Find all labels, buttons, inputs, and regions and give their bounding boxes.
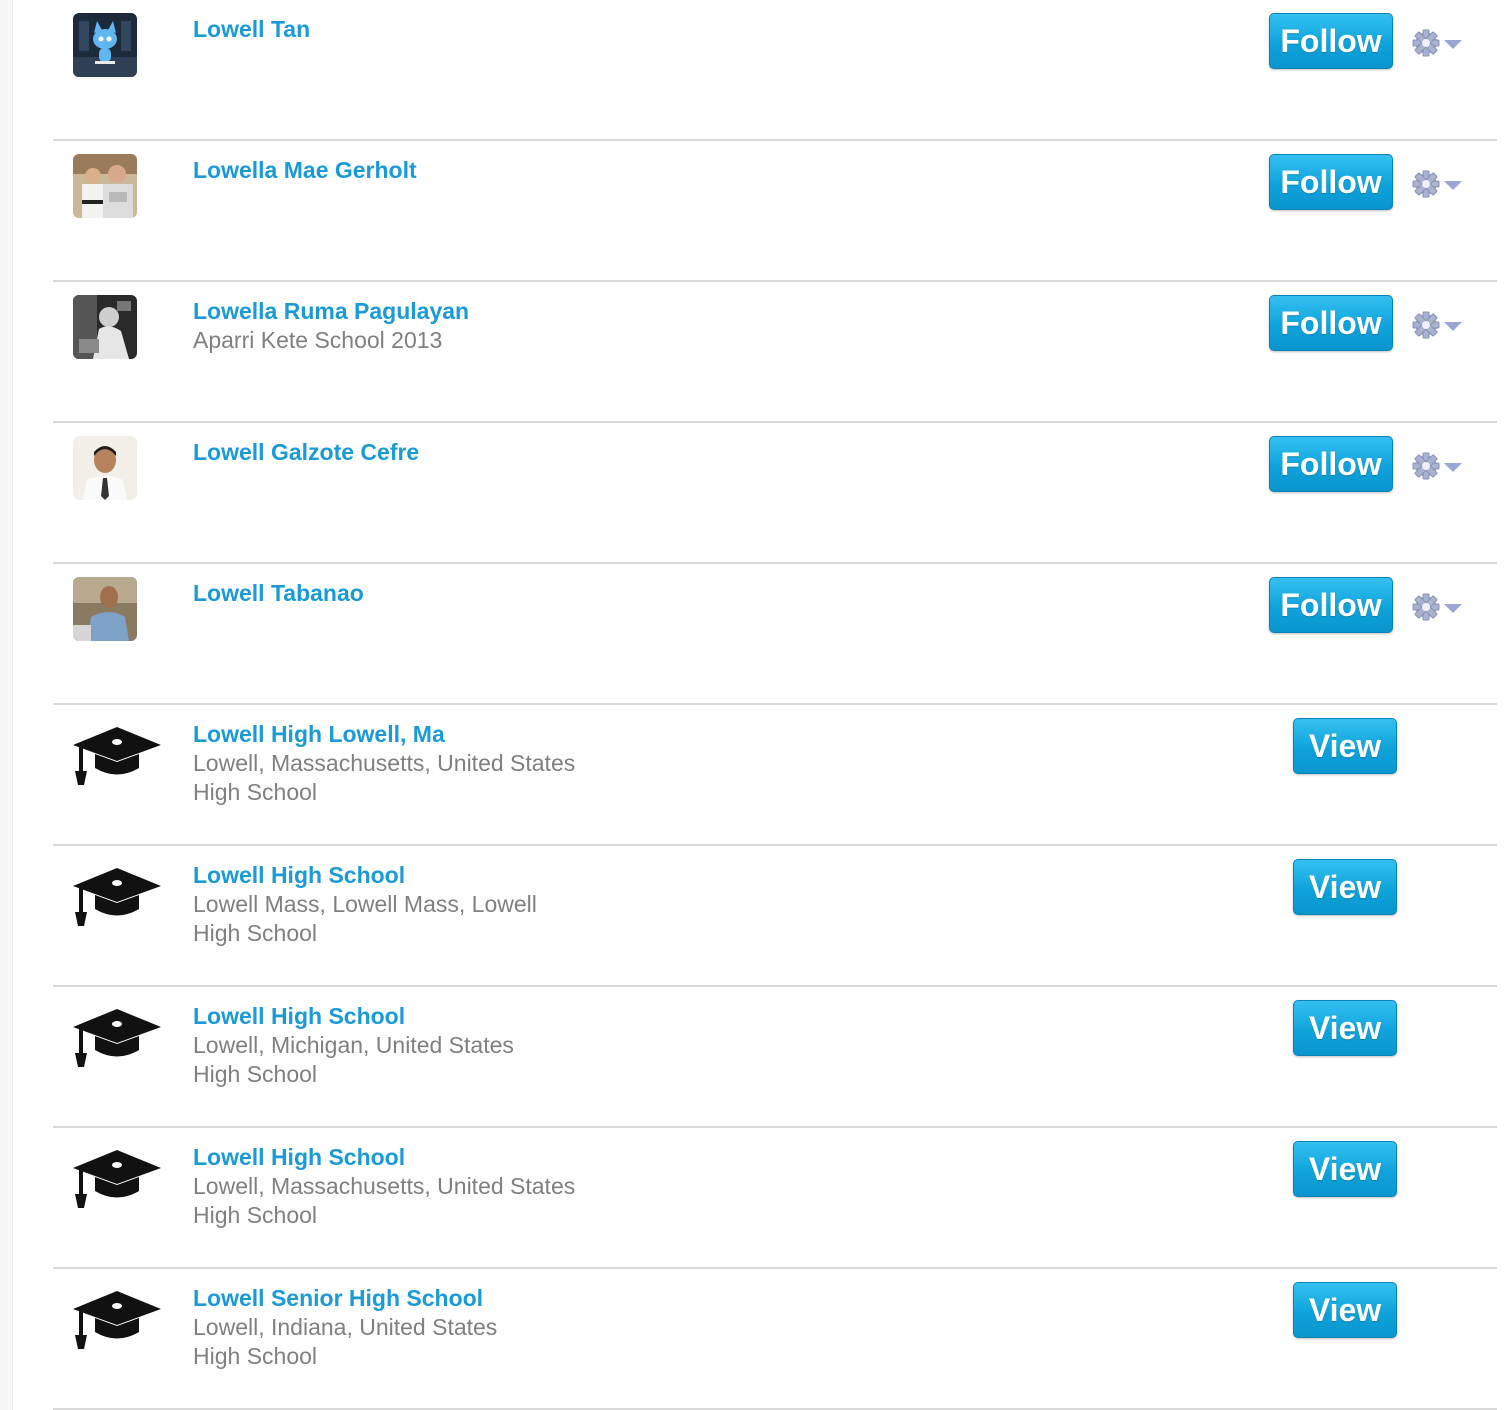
person-row: Lowell Galzote Cefre Follow [53,423,1497,564]
gear-icon [1412,170,1440,198]
school-type: High School [193,1343,318,1369]
person-row: Lowell Tan Follow [53,0,1497,141]
avatar[interactable] [73,436,137,500]
person-info: Lowella Ruma Pagulayan Aparri Kete Schoo… [193,296,469,355]
options-menu-button[interactable] [1411,26,1467,60]
school-location: Lowell, Indiana, United States [193,1314,498,1340]
person-info: Lowell Tan [193,14,310,44]
school-name-link[interactable]: Lowell High School [193,1142,575,1172]
person-name-link[interactable]: Lowella Mae Gerholt [193,155,417,185]
options-menu-button[interactable] [1411,308,1467,342]
school-row: Lowell High Lowell, Ma Lowell, Massachus… [53,705,1497,846]
graduation-cap-icon [73,727,161,785]
school-type: High School [193,779,318,805]
person-name-link[interactable]: Lowella Ruma Pagulayan [193,296,469,326]
person-row: Lowell Tabanao Follow [53,564,1497,705]
person-info: Lowella Mae Gerholt [193,155,417,185]
person-subtitle: Aparri Kete School 2013 [193,327,443,353]
options-menu-button[interactable] [1411,590,1467,624]
chevron-down-icon [1444,604,1462,613]
graduation-cap-icon [73,1291,161,1349]
school-info: Lowell Senior High School Lowell, Indian… [193,1283,497,1371]
gear-icon [1412,29,1440,57]
page-left-margin [0,0,13,1410]
school-row: Lowell High School Lowell Mass, Lowell M… [53,846,1497,987]
graduation-cap-icon [73,868,161,926]
options-menu-button[interactable] [1411,167,1467,201]
school-info: Lowell High School Lowell, Massachusetts… [193,1142,575,1230]
follow-button[interactable]: Follow [1269,436,1393,492]
person-info: Lowell Tabanao [193,578,364,608]
school-location: Lowell Mass, Lowell Mass, Lowell [193,891,537,917]
school-row: Lowell High School Lowell, Michigan, Uni… [53,987,1497,1128]
school-location: Lowell, Massachusetts, United States [193,1173,576,1199]
person-row: Lowella Mae Gerholt Follow [53,141,1497,282]
school-row: Lowell Senior High School Lowell, Indian… [53,1269,1497,1410]
chevron-down-icon [1444,181,1462,190]
school-location: Lowell, Massachusetts, United States [193,750,576,776]
options-menu-button[interactable] [1411,449,1467,483]
school-info: Lowell High Lowell, Ma Lowell, Massachus… [193,719,575,807]
chevron-down-icon [1444,463,1462,472]
chevron-down-icon [1444,40,1462,49]
avatar[interactable] [73,577,137,641]
view-button[interactable]: View [1293,1000,1397,1056]
follow-button[interactable]: Follow [1269,154,1393,210]
view-button[interactable]: View [1293,1282,1397,1338]
person-name-link[interactable]: Lowell Galzote Cefre [193,437,419,467]
avatar[interactable] [73,154,137,218]
chevron-down-icon [1444,322,1462,331]
school-row: Lowell High School Lowell, Massachusetts… [53,1128,1497,1269]
school-type: High School [193,920,318,946]
follow-button[interactable]: Follow [1269,295,1393,351]
person-name-link[interactable]: Lowell Tabanao [193,578,364,608]
school-location: Lowell, Michigan, United States [193,1032,514,1058]
view-button[interactable]: View [1293,718,1397,774]
avatar[interactable] [73,13,137,77]
view-button[interactable]: View [1293,1141,1397,1197]
follow-button[interactable]: Follow [1269,13,1393,69]
graduation-cap-icon [73,1150,161,1208]
view-button[interactable]: View [1293,859,1397,915]
school-type: High School [193,1061,318,1087]
person-name-link[interactable]: Lowell Tan [193,14,310,44]
school-name-link[interactable]: Lowell High School [193,1001,514,1031]
follow-button[interactable]: Follow [1269,577,1393,633]
gear-icon [1412,593,1440,621]
school-info: Lowell High School Lowell, Michigan, Uni… [193,1001,514,1089]
gear-icon [1412,311,1440,339]
school-info: Lowell High School Lowell Mass, Lowell M… [193,860,537,948]
search-results-list: Lowell Tan Follow Lowella Mae Gerholt Fo… [53,0,1497,1410]
school-name-link[interactable]: Lowell Senior High School [193,1283,497,1313]
person-row: Lowella Ruma Pagulayan Aparri Kete Schoo… [53,282,1497,423]
graduation-cap-icon [73,1009,161,1067]
school-type: High School [193,1202,318,1228]
school-name-link[interactable]: Lowell High Lowell, Ma [193,719,575,749]
person-info: Lowell Galzote Cefre [193,437,419,467]
gear-icon [1412,452,1440,480]
school-name-link[interactable]: Lowell High School [193,860,537,890]
avatar[interactable] [73,295,137,359]
